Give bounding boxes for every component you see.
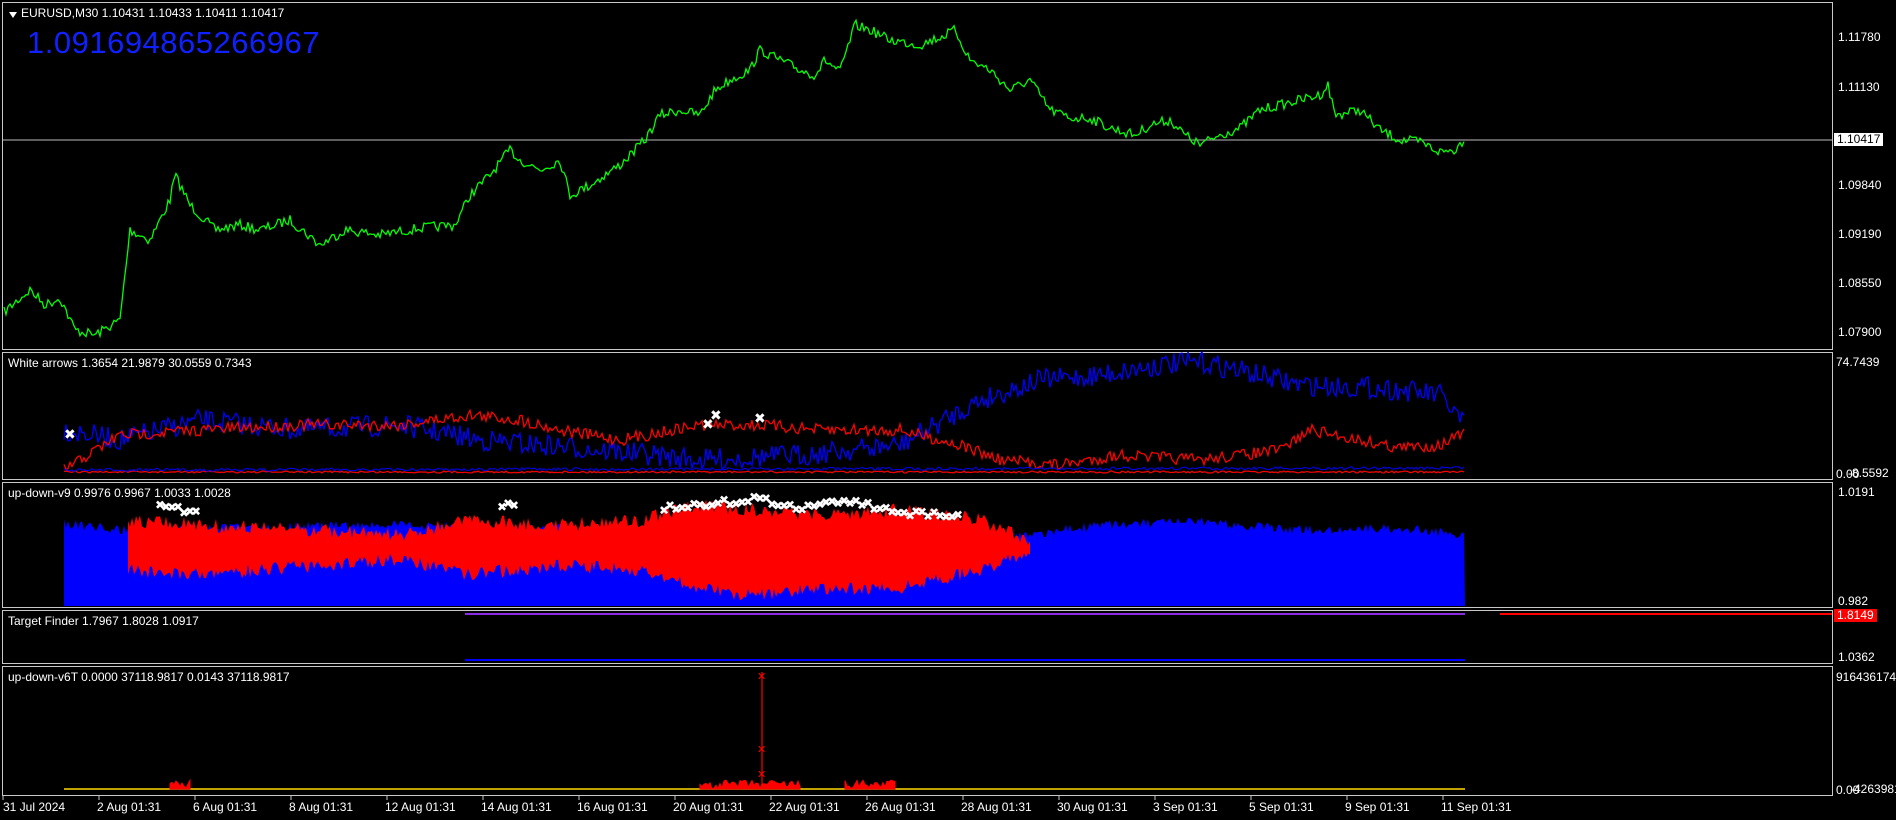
price-axis-label: 1.11130	[1838, 80, 1880, 94]
updown-v6t-cross-marker: ✕	[757, 768, 766, 781]
time-axis-label: 22 Aug 01:31	[769, 800, 840, 814]
time-axis-label: 12 Aug 01:31	[385, 800, 456, 814]
updown-v6t-red-burst	[169, 778, 191, 790]
time-axis-label: 30 Aug 01:31	[1057, 800, 1128, 814]
target-finder-value-tag: 1.8149	[1834, 609, 1877, 622]
time-axis-label: 8 Aug 01:31	[289, 800, 354, 814]
time-axis-label: 31 Jul 2024	[3, 800, 66, 814]
white-arrow-marker: ✖	[754, 411, 766, 427]
white-arrow-marker: ✖	[710, 408, 722, 424]
plot-layer: ✖✖✖ ✖✖✖✖✖✖✖✖ ✖✖✖ ✖✖✖✖✖✖✖✖✖✖✖✖✖✖✖✖✖✖✖✖✖✖✖✖✖✖…	[2, 18, 1832, 800]
time-axis-label: 26 Aug 01:31	[865, 800, 936, 814]
white-arrow-marker: ✖	[64, 427, 76, 443]
time-axis-label: 16 Aug 01:31	[577, 800, 648, 814]
price-axis-label: 1.11780	[1838, 30, 1881, 44]
updown-v9-cross-marker: ✖	[509, 499, 519, 513]
time-axis-label: 2 Aug 01:31	[97, 800, 162, 814]
updown-v9-axis-bottom: 0.982	[1838, 594, 1869, 608]
updown-v9-cross-marker: ✖	[191, 504, 201, 518]
updown-v9-cross-marker: ✖	[953, 508, 963, 522]
current-price-tag: 1.10417	[1834, 133, 1884, 146]
white-arrows-red-baseline	[63, 470, 1465, 474]
time-axis-label: 9 Sep 01:31	[1345, 800, 1410, 814]
updown-v6t-axis-top: 916436174	[1836, 670, 1896, 684]
price-axis-label: 1.08550	[1838, 276, 1882, 290]
time-axis-label: 5 Sep 01:31	[1249, 800, 1314, 814]
chart-window: EURUSD,M30 1.10431 1.10433 1.10411 1.104…	[0, 0, 1896, 820]
updown-v6t-cross-marker: ✕	[757, 743, 766, 756]
updown-v9-axis-top: 1.0191	[1838, 485, 1875, 499]
time-axis-label: 14 Aug 01:31	[481, 800, 552, 814]
updown-v6t-red-burst	[699, 779, 801, 790]
updown-v6t-axis-bottom: -4263981	[1850, 782, 1896, 796]
updown-v6t-red-burst	[844, 779, 896, 790]
time-axis-label: 20 Aug 01:31	[673, 800, 744, 814]
price-series-line	[3, 18, 1465, 339]
time-axis-label: 6 Aug 01:31	[193, 800, 258, 814]
price-axis-label: 1.09190	[1838, 227, 1882, 241]
price-axis-label: 1.07900	[1838, 325, 1882, 339]
time-axis-label: 3 Sep 01:31	[1153, 800, 1218, 814]
time-axis-label: 28 Aug 01:31	[961, 800, 1032, 814]
price-axis-label: 1.09840	[1838, 178, 1882, 192]
target-finder-axis-bottom: 1.0362	[1838, 650, 1875, 664]
white-arrows-axis-bottom: -8.5592	[1848, 466, 1889, 480]
updown-v6t-cross-marker: ✕	[757, 670, 766, 683]
white-arrows-axis-top: 74.7439	[1836, 355, 1880, 369]
time-axis-label: 11 Sep 01:31	[1441, 800, 1512, 814]
